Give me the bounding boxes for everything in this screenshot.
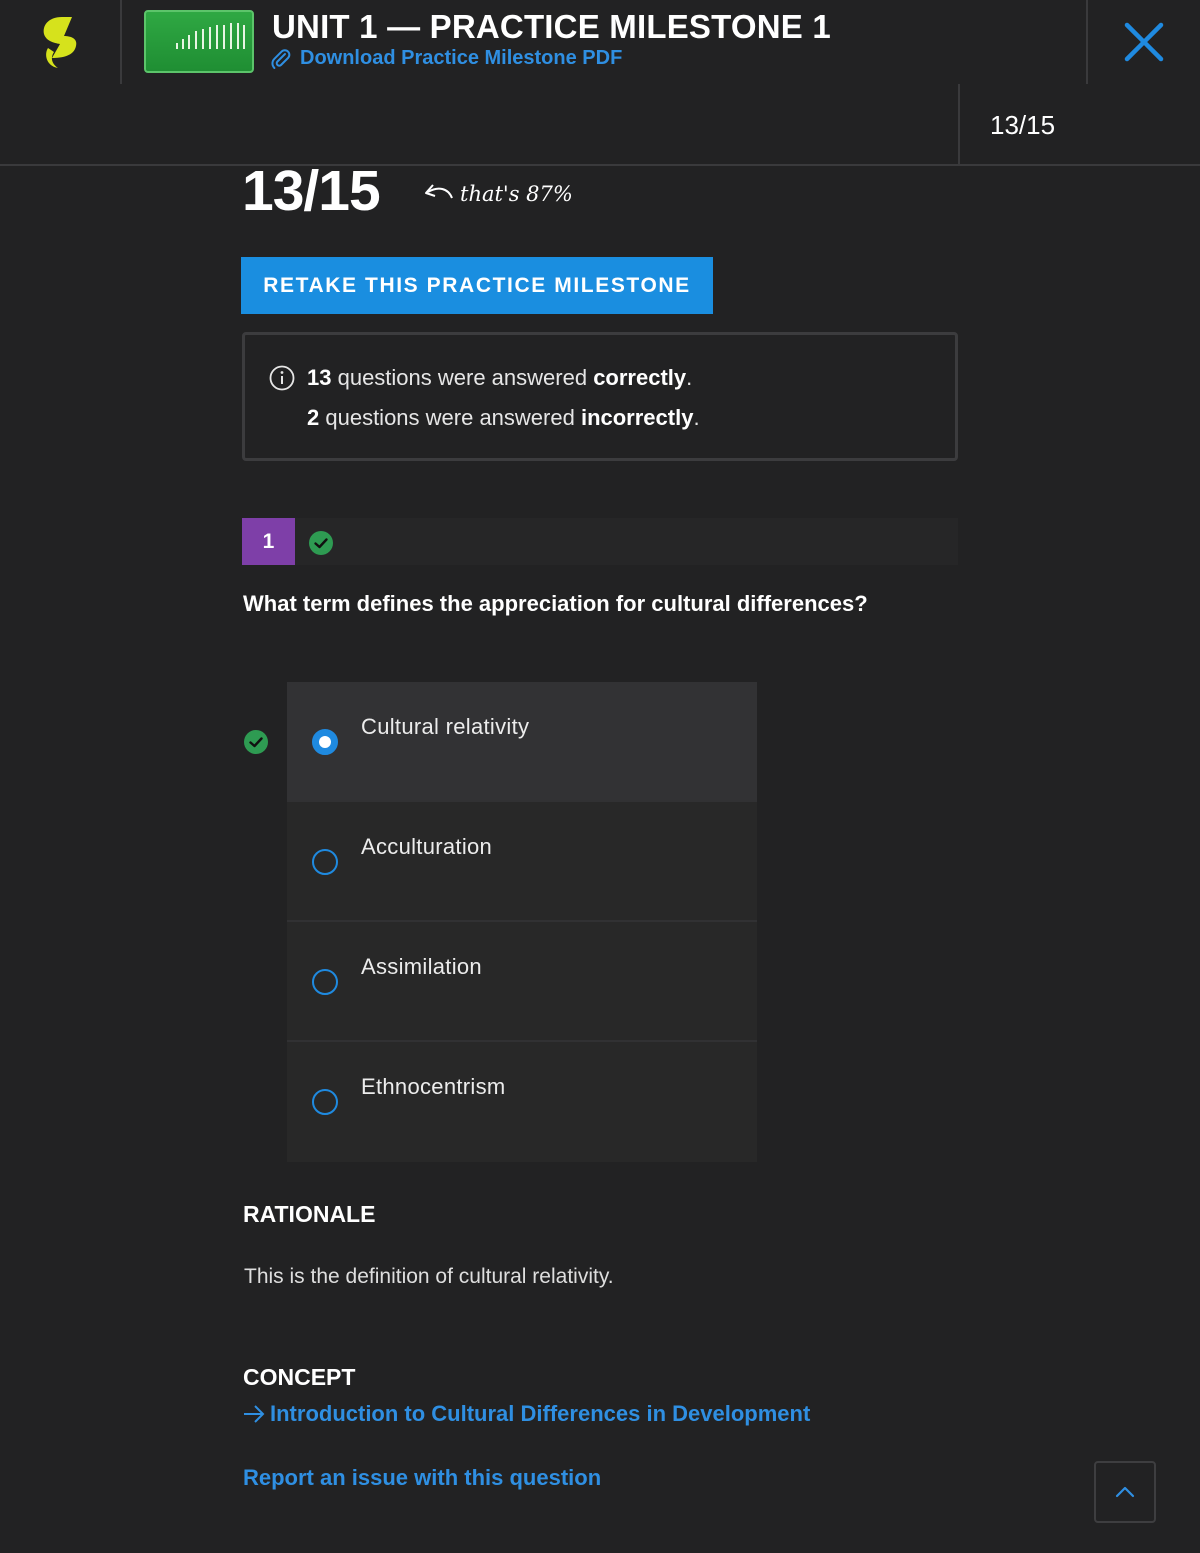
correct-answer-check-icon <box>244 730 268 754</box>
radio-icon[interactable] <box>312 969 338 995</box>
answer-option[interactable]: Ethnocentrism <box>287 1042 757 1162</box>
page-title: UNIT 1 — PRACTICE MILESTONE 1 <box>272 8 831 45</box>
curved-arrow-icon <box>425 184 453 199</box>
correct-text: questions were answered <box>331 365 594 390</box>
download-pdf-link[interactable]: Download Practice Milestone PDF <box>270 47 622 70</box>
incorrect-count: 2 <box>307 405 320 430</box>
question-header: 1 <box>242 518 958 565</box>
concept-heading: CONCEPT <box>243 1364 356 1390</box>
answer-option-label: Ethnocentrism <box>361 1074 506 1099</box>
close-button[interactable] <box>1086 0 1200 84</box>
incorrect-summary: 2 questions were answered incorrectly. <box>307 405 700 431</box>
logo-cell[interactable] <box>0 0 122 84</box>
correct-word: correctly <box>593 365 687 390</box>
question-progress: 13/15 <box>958 84 1200 166</box>
report-issue-link[interactable]: Report an issue with this question <box>243 1465 601 1491</box>
correct-count: 13 <box>307 365 332 390</box>
answer-option-label: Assimilation <box>361 954 482 979</box>
incorrect-text: questions were answered <box>319 405 581 430</box>
sophia-logo-icon <box>43 17 77 68</box>
arrow-right-icon <box>244 1405 265 1423</box>
scroll-to-top-button[interactable] <box>1094 1461 1156 1523</box>
question-number: 1 <box>242 518 295 565</box>
concept-link[interactable]: Introduction to Cultural Differences in … <box>242 1401 810 1427</box>
unit-thumbnail <box>144 10 254 73</box>
score-percent-note: that's 87% <box>422 182 573 206</box>
info-icon <box>269 365 295 391</box>
answer-option[interactable]: Cultural relativity <box>287 682 757 802</box>
incorrect-period: . <box>693 405 700 430</box>
rationale-heading: RATIONALE <box>243 1201 376 1227</box>
concept-link-label[interactable]: Introduction to Cultural Differences in … <box>270 1401 810 1427</box>
retake-button[interactable]: RETAKE THIS PRACTICE MILESTONE <box>241 257 713 314</box>
radio-icon[interactable] <box>312 849 338 875</box>
paperclip-icon <box>271 48 291 69</box>
answer-option-label: Acculturation <box>361 834 493 859</box>
answer-option[interactable]: Assimilation <box>287 922 757 1042</box>
correct-summary: 13 questions were answered correctly. <box>307 365 692 391</box>
download-pdf-label[interactable]: Download Practice Milestone PDF <box>300 47 622 70</box>
answer-options: Cultural relativity Acculturation Assimi… <box>287 682 757 1162</box>
radio-selected-icon[interactable] <box>312 729 338 755</box>
incorrect-word: incorrectly <box>580 405 694 430</box>
close-icon <box>1124 22 1164 62</box>
sub-bar: 13/15 <box>0 84 1200 166</box>
score-value: 13/15 <box>242 159 381 223</box>
check-circle-icon <box>309 531 333 555</box>
answer-option-label: Cultural relativity <box>361 714 530 739</box>
chevron-up-icon <box>1115 1486 1135 1498</box>
score-percent-text: that's 87% <box>460 182 573 206</box>
top-bar: UNIT 1 — PRACTICE MILESTONE 1 Download P… <box>0 0 1200 84</box>
question-text: What term defines the appreciation for c… <box>243 591 868 616</box>
answer-option[interactable]: Acculturation <box>287 802 757 922</box>
rationale-text: This is the definition of cultural relat… <box>244 1265 614 1288</box>
radio-icon[interactable] <box>312 1089 338 1115</box>
results-summary: 13 questions were answered correctly. 2 … <box>242 332 958 461</box>
correct-period: . <box>686 365 693 390</box>
